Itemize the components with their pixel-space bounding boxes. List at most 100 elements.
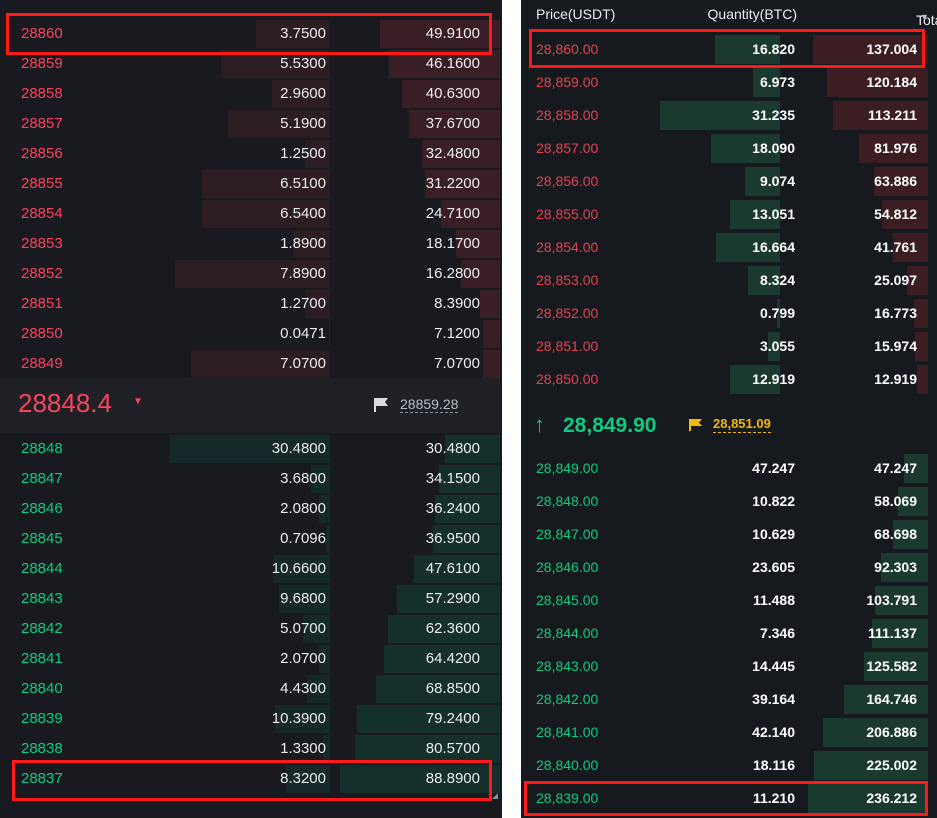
ask-total: 16.773: [874, 305, 917, 321]
bid-price: 28846: [21, 500, 63, 517]
ask-price: 28852: [21, 265, 63, 282]
bid-quantity: 1.3300: [280, 740, 326, 757]
bid-total: 68.698: [874, 526, 917, 542]
ask-quantity: 1.8900: [280, 235, 326, 252]
right-last-price-row: ↑ 28,849.90 28,851.09: [521, 405, 937, 445]
bid-price: 28,847.00: [536, 526, 599, 542]
bid-row[interactable]: 28846 2.0800 36.2400: [0, 494, 500, 524]
ask-quantity: 5.5300: [280, 55, 326, 72]
bid-price: 28839: [21, 710, 63, 727]
ask-price: 28856: [21, 145, 63, 162]
ask-row[interactable]: 28,851.00 3.055 15.974: [521, 330, 937, 362]
bid-quantity-bar: [326, 525, 330, 553]
bid-row[interactable]: 28844 10.6600 47.6100: [0, 554, 500, 584]
bid-row[interactable]: 28848 30.4800 30.4800: [0, 434, 500, 464]
ask-price: 28850: [21, 325, 63, 342]
bid-row[interactable]: 28,845.00 11.488 103.791: [521, 584, 937, 616]
ask-total: 32.4800: [425, 145, 480, 162]
ask-depth-bar: [917, 365, 928, 394]
bid-row[interactable]: 28837 8.3200 88.8900: [0, 764, 500, 794]
price-column-header: Price(USDT): [536, 6, 616, 22]
mark-price[interactable]: 28859.28: [400, 396, 459, 413]
bid-row[interactable]: 28,841.00 42.140 206.886: [521, 716, 937, 748]
bid-price: 28840: [21, 680, 63, 697]
bid-row[interactable]: 28,848.00 10.822 58.069: [521, 485, 937, 517]
bid-price: 28843: [21, 590, 63, 607]
bid-price: 28841: [21, 650, 63, 667]
bid-row[interactable]: 28841 2.0700 64.4200: [0, 644, 500, 674]
caret-down-icon[interactable]: ▼: [920, 12, 929, 22]
ask-row[interactable]: 28852 7.8900 16.2800: [0, 259, 500, 289]
ask-quantity: 7.8900: [280, 265, 326, 282]
ask-row[interactable]: 28,858.00 31.235 113.211: [521, 99, 937, 131]
ask-quantity: 18.090: [752, 140, 795, 156]
ask-row[interactable]: 28859 5.5300 46.1600: [0, 49, 500, 79]
ask-price: 28860: [21, 25, 63, 42]
bid-row[interactable]: 28840 4.4300 68.8500: [0, 674, 500, 704]
ask-price: 28851: [21, 295, 63, 312]
ask-total: 113.211: [867, 107, 917, 123]
ask-quantity: 6.5100: [280, 175, 326, 192]
ask-row[interactable]: 28851 1.2700 8.3900: [0, 289, 500, 319]
ask-quantity: 2.9600: [280, 85, 326, 102]
bid-row[interactable]: 28,839.00 11.210 236.212: [521, 782, 937, 814]
bid-row[interactable]: 28,840.00 18.116 225.002: [521, 749, 937, 781]
ask-row[interactable]: 28,855.00 13.051 54.812: [521, 198, 937, 230]
bid-row[interactable]: 28,842.00 39.164 164.746: [521, 683, 937, 715]
ask-row[interactable]: 28853 1.8900 18.1700: [0, 229, 500, 259]
bid-price: 28845: [21, 530, 63, 547]
ask-row[interactable]: 28856 1.2500 32.4800: [0, 139, 500, 169]
ask-row[interactable]: 28,857.00 18.090 81.976: [521, 132, 937, 164]
ask-row[interactable]: 28860 3.7500 49.9100: [0, 19, 500, 49]
ask-total: 63.886: [874, 173, 917, 189]
ask-row[interactable]: 28850 0.0471 7.1200: [0, 319, 500, 349]
ask-quantity: 13.051: [752, 206, 795, 222]
ask-row[interactable]: 28854 6.5400 24.7100: [0, 199, 500, 229]
bid-quantity: 10.3900: [271, 710, 326, 727]
ask-row[interactable]: 28849 7.0700 7.0700: [0, 349, 500, 379]
ask-row[interactable]: 28858 2.9600 40.6300: [0, 79, 500, 109]
ask-row[interactable]: 28,853.00 8.324 25.097: [521, 264, 937, 296]
ask-row[interactable]: 28,852.00 0.799 16.773: [521, 297, 937, 329]
ask-row[interactable]: 28,854.00 16.664 41.761: [521, 231, 937, 263]
bid-row[interactable]: 28845 0.7096 36.9500: [0, 524, 500, 554]
bid-price: 28,848.00: [536, 493, 599, 509]
bid-row[interactable]: 28838 1.3300 80.5700: [0, 734, 500, 764]
ask-quantity-bar: [329, 320, 330, 348]
ask-row[interactable]: 28857 5.1900 37.6700: [0, 109, 500, 139]
bid-quantity: 9.6800: [280, 590, 326, 607]
bid-row[interactable]: 28839 10.3900 79.2400: [0, 704, 500, 734]
ask-row[interactable]: 28,850.00 12.919 12.919: [521, 363, 937, 395]
ask-quantity: 7.0700: [280, 355, 326, 372]
ask-price: 28,850.00: [536, 371, 599, 387]
bid-quantity: 4.4300: [280, 680, 326, 697]
bid-row[interactable]: 28,844.00 7.346 111.137: [521, 617, 937, 649]
ask-total: 137.004: [866, 41, 917, 57]
left-last-price-row: 28848.4 ▼ 28859.28: [0, 378, 500, 433]
bid-row[interactable]: 28847 3.6800 34.1500: [0, 464, 500, 494]
ask-price: 28857: [21, 115, 63, 132]
ask-row[interactable]: 28,859.00 6.973 120.184: [521, 66, 937, 98]
resize-handle-icon[interactable]: [492, 793, 498, 799]
ask-row[interactable]: 28,856.00 9.074 63.886: [521, 165, 937, 197]
bid-quantity: 47.247: [752, 460, 795, 476]
ask-price: 28,851.00: [536, 338, 599, 354]
bid-row[interactable]: 28843 9.6800 57.2900: [0, 584, 500, 614]
ask-total: 18.1700: [425, 235, 480, 252]
caret-down-icon: ▼: [133, 396, 143, 407]
bid-row[interactable]: 28,849.00 47.247 47.247: [521, 452, 937, 484]
bid-row[interactable]: 28842 5.0700 62.3600: [0, 614, 500, 644]
ask-row[interactable]: 28855 6.5100 31.2200: [0, 169, 500, 199]
ask-total: 49.9100: [425, 25, 480, 42]
last-price: 28848.4: [18, 388, 112, 418]
ask-total: 24.7100: [425, 205, 480, 222]
ask-price: 28,858.00: [536, 107, 599, 123]
bid-row[interactable]: 28,846.00 23.605 92.303: [521, 551, 937, 583]
bid-row[interactable]: 28,843.00 14.445 125.582: [521, 650, 937, 682]
bid-quantity: 42.140: [752, 724, 795, 740]
bid-row[interactable]: 28,847.00 10.629 68.698: [521, 518, 937, 550]
ask-row[interactable]: 28,860.00 16.820 137.004: [521, 33, 937, 65]
mark-price[interactable]: 28,851.09: [713, 416, 771, 433]
ask-quantity: 0.799: [759, 305, 795, 321]
bid-total: 206.886: [866, 724, 917, 740]
